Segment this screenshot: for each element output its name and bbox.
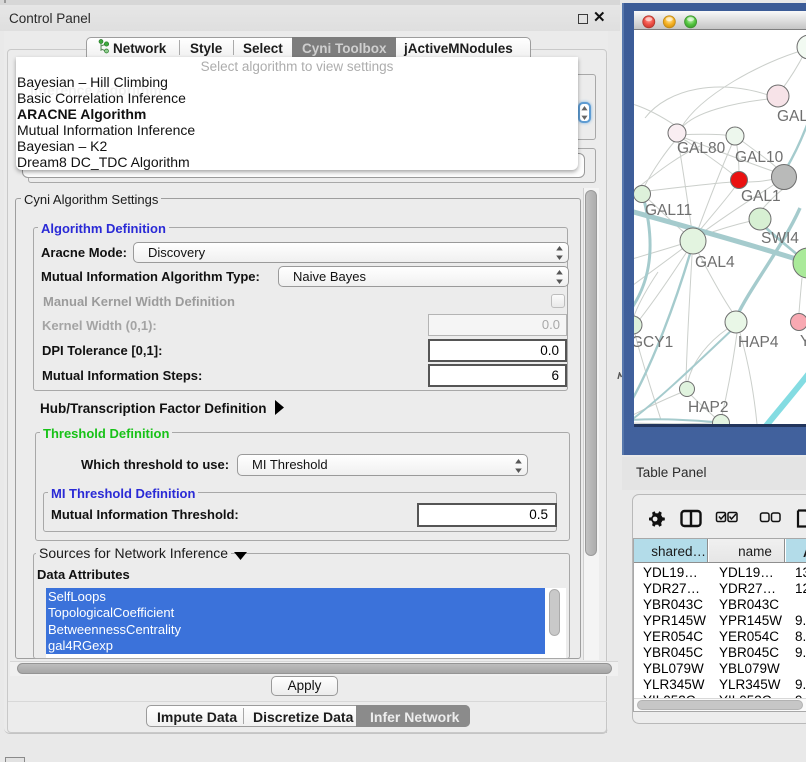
svg-text:HAP4: HAP4 xyxy=(738,334,779,351)
svg-text:GAL11: GAL11 xyxy=(645,202,692,219)
svg-text:GAL10: GAL10 xyxy=(735,149,784,166)
svg-text:GAL7: GAL7 xyxy=(777,108,806,125)
svg-text:Y: Y xyxy=(800,333,806,350)
svg-text:GAL1: GAL1 xyxy=(741,188,781,205)
svg-text:SWI4: SWI4 xyxy=(761,230,799,247)
svg-text:GCY1: GCY1 xyxy=(634,334,673,351)
svg-text:GAL4: GAL4 xyxy=(695,254,735,271)
svg-text:HAP2: HAP2 xyxy=(688,399,729,416)
svg-text:GAL80: GAL80 xyxy=(677,140,726,157)
